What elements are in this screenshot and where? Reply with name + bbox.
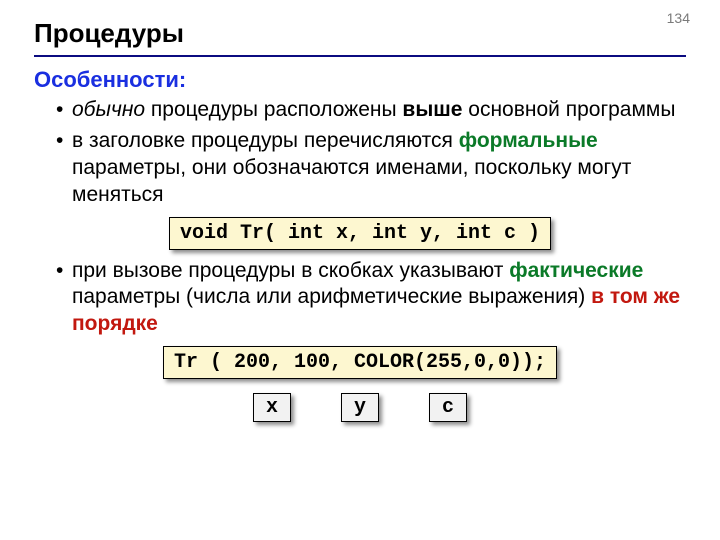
bullet-item: в заголовке процедуры перечисляются форм… xyxy=(56,128,686,209)
text: при вызове процедуры в скобках указывают xyxy=(72,259,509,282)
text-green: фактические xyxy=(509,259,643,282)
page-number: 134 xyxy=(667,10,690,26)
var-box-x: x xyxy=(253,393,291,422)
var-row: x y c xyxy=(34,393,686,422)
slide-title: Процедуры xyxy=(34,18,686,57)
bullet-list: обычно процедуры расположены выше основн… xyxy=(34,97,686,209)
var-box-y: y xyxy=(341,393,379,422)
bullet-item: при вызове процедуры в скобках указывают… xyxy=(56,258,686,339)
text: параметры (числа или арифметические выра… xyxy=(72,285,591,308)
subheading: Особенности: xyxy=(34,67,686,93)
text: процедуры расположены xyxy=(145,98,402,121)
bullet-item: обычно процедуры расположены выше основн… xyxy=(56,97,686,124)
code-box-1: void Tr( int x, int y, int c ) xyxy=(169,217,551,250)
text-green: формальные xyxy=(459,129,598,152)
text-bold: выше xyxy=(402,98,462,121)
text-italic: обычно xyxy=(72,98,145,121)
text: параметры, они обозначаются именами, пос… xyxy=(72,156,631,206)
var-box-c: c xyxy=(429,393,467,422)
text: основной программы xyxy=(462,98,675,121)
code-box-2: Tr ( 200, 100, COLOR(255,0,0)); xyxy=(163,346,557,379)
text: в заголовке процедуры перечисляются xyxy=(72,129,459,152)
bullet-list-2: при вызове процедуры в скобках указывают… xyxy=(34,258,686,339)
